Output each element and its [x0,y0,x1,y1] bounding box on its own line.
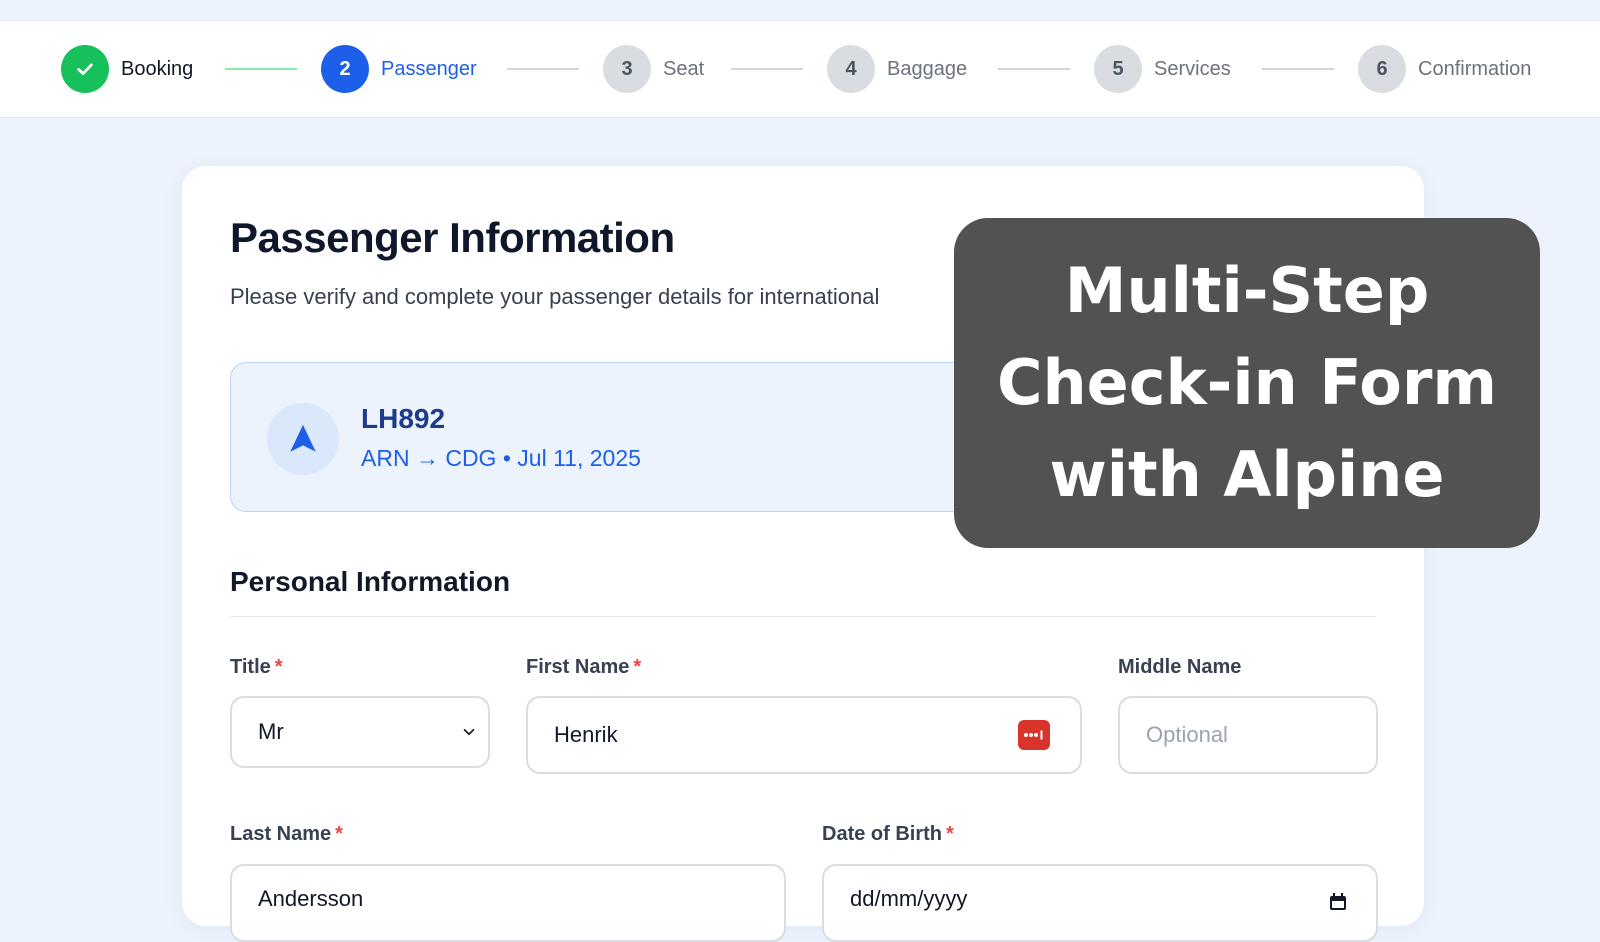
required-mark: * [274,656,283,678]
banner-line: with Alpine [1049,438,1445,511]
calendar-icon[interactable] [1328,892,1348,912]
checkin-stepper: Booking 2 Passenger 3 Seat 4 Baggage 5 S… [0,20,1600,118]
password-manager-icon[interactable] [1018,720,1050,750]
step-3-label: Seat [663,57,705,80]
step-1-label: Booking [121,57,194,80]
step-passenger[interactable]: 2 Passenger [321,45,477,93]
last-name-field[interactable]: Andersson [230,864,786,942]
step-confirmation[interactable]: 6 Confirmation [1358,45,1531,93]
step-2-label: Passenger [381,57,477,80]
step-4-circle: 4 [827,45,875,93]
middle-name-placeholder: Optional [1146,722,1228,747]
first-name-value: Henrik [554,722,618,747]
step-connector [1262,68,1334,70]
flight-route: ARN → CDG • Jul 11, 2025 [361,445,641,471]
banner-line: Multi-Step [1064,254,1430,327]
step-booking[interactable]: Booking [61,45,193,93]
section-divider [230,616,1376,617]
title-select-value: Mr [258,719,284,744]
last-name-label: Last Name * [230,823,343,846]
step-connector [225,68,297,70]
step-baggage[interactable]: 4 Baggage [827,45,967,93]
middle-name-field[interactable]: Optional [1118,696,1378,774]
step-6-circle: 6 [1358,45,1406,93]
step-seat[interactable]: 3 Seat [603,45,704,93]
middle-name-label: Middle Name [1118,656,1242,678]
step-5-label: Services [1154,57,1231,80]
dob-label-text: Date of Birth [822,823,942,845]
title-label-text: Title [230,656,271,678]
dob-label: Date of Birth * [822,823,954,846]
dob-field[interactable]: dd/mm/yyyy [822,864,1378,942]
step-connector [998,68,1070,70]
dob-placeholder: dd/mm/yyyy [850,886,968,911]
title-banner: Multi-Step Check-in Form with Alpine [954,218,1540,548]
step-6-label: Confirmation [1418,57,1532,80]
required-mark: * [633,656,642,678]
page-title: Passenger Information [230,214,675,261]
banner-line: Check-in Form [997,346,1497,419]
first-name-label: First Name * [526,656,641,679]
page-subtitle: Please verify and complete your passenge… [230,284,880,309]
step-connector [507,68,579,70]
title-select[interactable]: Mr [230,696,490,768]
last-name-value: Andersson [258,886,364,911]
flight-number: LH892 [361,403,446,434]
first-name-field[interactable]: Henrik [526,696,1082,774]
chevron-down-icon [463,728,475,736]
required-mark: * [335,823,343,845]
required-mark: * [946,823,954,845]
last-name-label-text: Last Name [230,823,332,845]
step-2-circle: 2 [321,45,369,93]
title-label: Title * [230,656,283,679]
check-icon [77,63,93,75]
plane-icon [267,403,339,475]
section-title: Personal Information [230,566,511,597]
first-name-label-text: First Name [526,656,630,678]
step-3-circle: 3 [603,45,651,93]
step-connector [731,68,803,70]
step-4-label: Baggage [887,57,968,80]
step-services[interactable]: 5 Services [1094,45,1231,93]
step-1-circle [61,45,109,93]
step-5-circle: 5 [1094,45,1142,93]
